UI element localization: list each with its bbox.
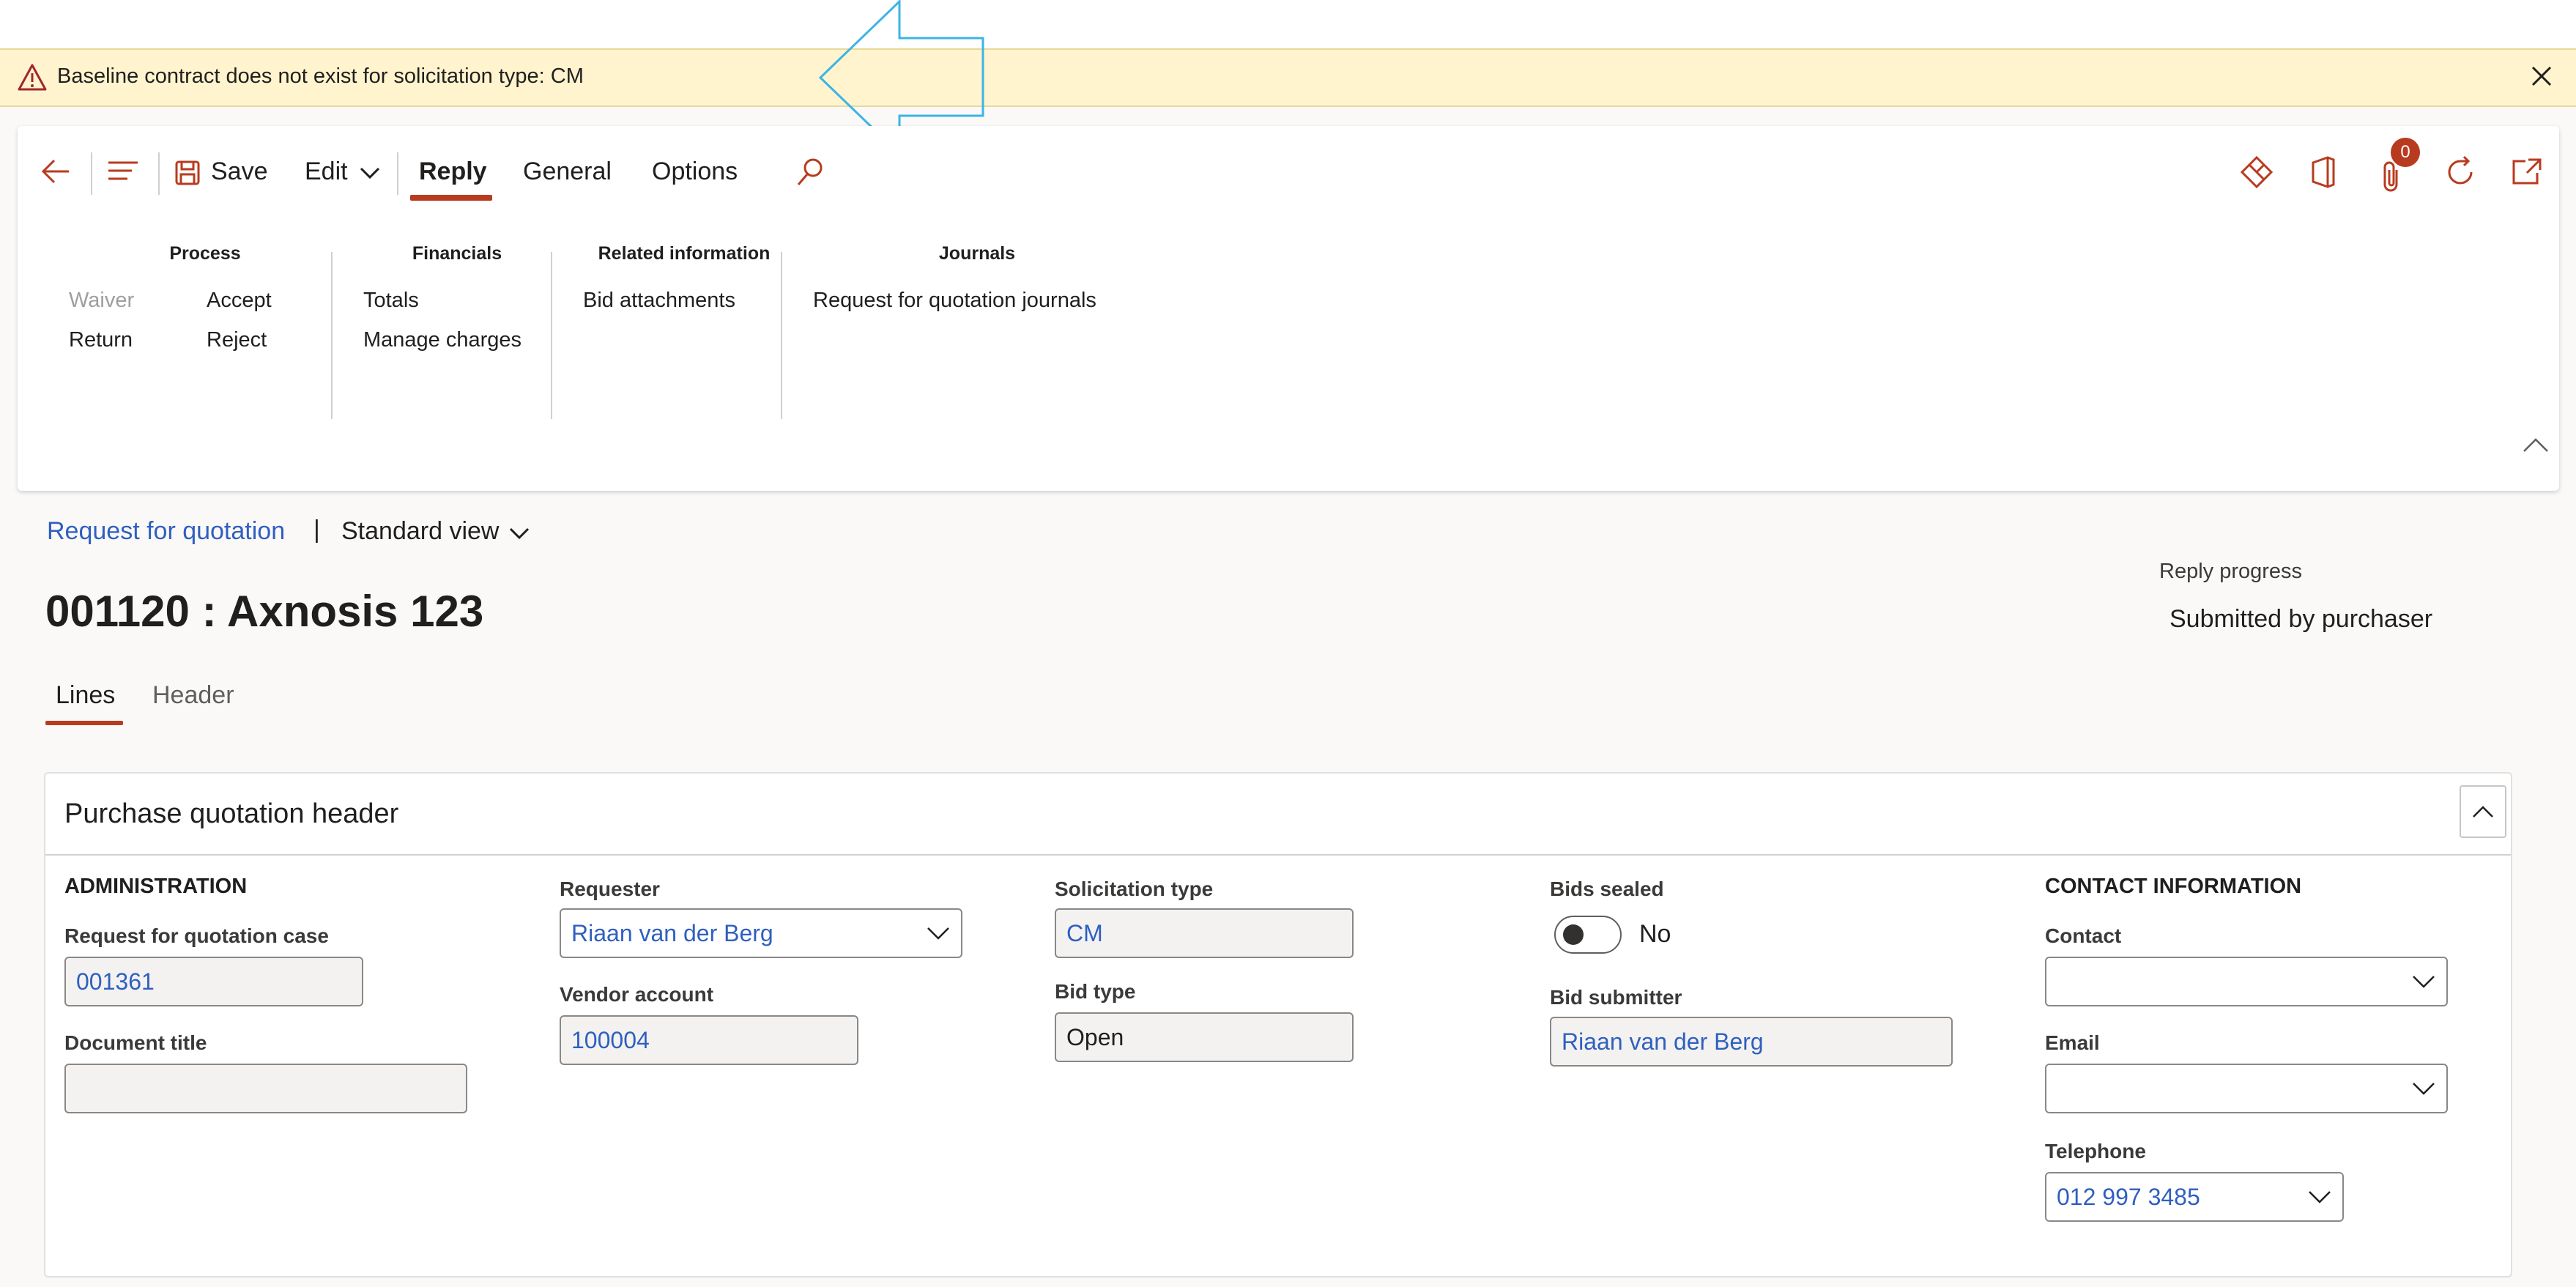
bids-sealed-toggle[interactable] [1554, 916, 1622, 954]
card-divider [45, 854, 2511, 856]
solicitation-type-value: CM [1066, 920, 1103, 946]
totals-button[interactable]: Totals [363, 289, 419, 313]
view-selector[interactable]: Standard view [341, 517, 530, 546]
tab-header[interactable]: Header [152, 681, 234, 710]
document-title-label: Document title [64, 1031, 207, 1054]
attachments-count-badge: 0 [2391, 138, 2420, 167]
collapse-card-button[interactable] [2460, 785, 2506, 838]
telephone-value: 012 997 3485 [2057, 1184, 2200, 1210]
collapse-action-pane-icon[interactable] [2521, 437, 2550, 454]
rfq-case-value: 001361 [76, 968, 155, 995]
bid-type-field[interactable]: Open [1055, 1012, 1354, 1062]
accept-button[interactable]: Accept [207, 289, 272, 313]
save-label: Save [211, 157, 268, 185]
chevron-up-icon [2473, 806, 2493, 817]
close-icon[interactable] [2525, 60, 2558, 92]
reply-progress-label: Reply progress [2159, 560, 2303, 583]
edit-label: Edit [305, 157, 348, 185]
open-new-window-icon[interactable] [2511, 157, 2543, 186]
separator [91, 152, 92, 195]
contact-dropdown[interactable] [2045, 957, 2448, 1006]
group-title-financials: Financials [412, 243, 502, 264]
action-pane: Save Edit Reply General Options 0 Proces… [18, 126, 2559, 491]
group-separator [551, 252, 552, 419]
save-icon [175, 160, 200, 185]
rfq-journals-button[interactable]: Request for quotation journals [813, 289, 1096, 313]
active-tab-indicator [410, 195, 492, 201]
tab-general[interactable]: General [523, 149, 612, 193]
reply-progress-value: Submitted by purchaser [2169, 605, 2433, 633]
bid-type-value: Open [1066, 1024, 1124, 1050]
bid-submitter-value: Riaan van der Berg [1562, 1028, 1764, 1055]
toggle-knob [1563, 924, 1584, 945]
separator [397, 152, 398, 195]
vendor-account-label: Vendor account [560, 983, 714, 1006]
group-title-journals: Journals [938, 243, 1016, 264]
bid-attachments-button[interactable]: Bid attachments [583, 289, 735, 313]
bids-sealed-value: No [1639, 920, 1671, 948]
view-selector-label: Standard view [341, 517, 500, 545]
bids-sealed-label: Bids sealed [1550, 878, 1664, 900]
warning-icon [18, 64, 47, 91]
requester-value: Riaan van der Berg [571, 920, 773, 946]
chevron-down-icon [2413, 1083, 2435, 1095]
purchase-quotation-header-card: Purchase quotation header ADMINISTRATION… [44, 772, 2512, 1277]
bid-type-label: Bid type [1055, 980, 1136, 1003]
refresh-icon[interactable] [2443, 155, 2477, 189]
tab-options[interactable]: Options [652, 149, 738, 193]
active-tab-indicator [45, 721, 123, 725]
search-icon[interactable] [795, 157, 825, 188]
breadcrumb-link[interactable]: Request for quotation [47, 517, 285, 546]
waiver-button: Waiver [69, 289, 135, 312]
contact-label: Contact [2045, 924, 2122, 947]
email-label: Email [2045, 1031, 2100, 1054]
office-icon[interactable] [2309, 155, 2338, 189]
requester-label: Requester [560, 878, 660, 900]
reject-button[interactable]: Reject [207, 328, 267, 352]
chevron-down-icon [2309, 1191, 2331, 1203]
group-title-related-information: Related information [598, 243, 771, 264]
chevron-down-icon [360, 167, 380, 179]
page-title: 001120 : Axnosis 123 [45, 587, 484, 636]
vendor-account-field[interactable]: 100004 [560, 1015, 858, 1065]
solicitation-type-label: Solicitation type [1055, 878, 1214, 900]
email-dropdown[interactable] [2045, 1064, 2448, 1113]
power-apps-icon[interactable] [2240, 155, 2274, 189]
requester-dropdown[interactable]: Riaan van der Berg [560, 908, 962, 958]
return-button[interactable]: Return [69, 328, 133, 352]
document-title-field[interactable] [64, 1064, 467, 1113]
vendor-account-value: 100004 [571, 1027, 650, 1053]
chevron-down-icon [2413, 976, 2435, 988]
rfq-case-field[interactable]: 001361 [64, 957, 363, 1006]
chevron-down-icon [509, 527, 530, 540]
breadcrumb-separator: | [313, 516, 320, 544]
menu-lines-icon[interactable] [107, 158, 139, 185]
tab-reply[interactable]: Reply [419, 149, 487, 193]
administration-heading: ADMINISTRATION [64, 875, 248, 898]
solicitation-type-field[interactable]: CM [1055, 908, 1354, 958]
contact-information-heading: CONTACT INFORMATION [2045, 875, 2302, 898]
top-strip [0, 0, 2576, 48]
group-title-process: Process [169, 243, 241, 264]
tab-lines[interactable]: Lines [56, 681, 115, 710]
card-title: Purchase quotation header [64, 798, 399, 829]
group-separator [331, 252, 333, 419]
telephone-label: Telephone [2045, 1140, 2146, 1162]
chevron-down-icon [927, 927, 949, 940]
warning-message: Baseline contract does not exist for sol… [57, 64, 584, 88]
bid-submitter-field[interactable]: Riaan van der Berg [1550, 1017, 1953, 1067]
warning-bar: Baseline contract does not exist for sol… [0, 48, 2576, 107]
separator [158, 152, 160, 195]
manage-charges-button[interactable]: Manage charges [363, 328, 521, 352]
back-arrow-icon[interactable] [40, 157, 72, 186]
edit-menu-button[interactable]: Edit [305, 149, 385, 193]
group-separator [781, 252, 782, 419]
rfq-case-label: Request for quotation case [64, 924, 329, 947]
bid-submitter-label: Bid submitter [1550, 986, 1682, 1009]
telephone-dropdown[interactable]: 012 997 3485 [2045, 1172, 2344, 1222]
